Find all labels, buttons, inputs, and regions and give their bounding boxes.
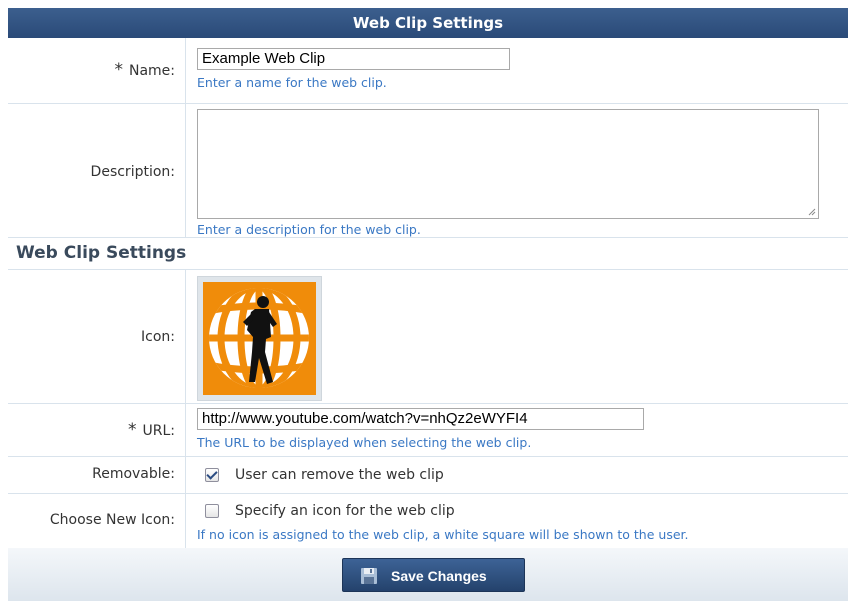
save-changes-label: Save Changes — [391, 568, 487, 584]
removable-label: Removable: — [92, 466, 175, 482]
description-hint: Enter a description for the web clip. — [197, 222, 421, 237]
web-clip-settings-form: Web Clip Settings * Name: Example Web Cli… — [8, 8, 848, 601]
icon-row: Icon: — [8, 270, 848, 404]
icon-preview-frame — [197, 276, 322, 401]
choose-icon-checkbox[interactable] — [205, 504, 219, 518]
url-hint: The URL to be displayed when selecting t… — [197, 435, 532, 450]
required-mark: * — [114, 60, 123, 80]
save-changes-button[interactable]: Save Changes — [342, 558, 525, 592]
name-hint: Enter a name for the web clip. — [197, 75, 387, 90]
removable-checkbox-label[interactable]: User can remove the web clip — [235, 467, 444, 483]
url-row: * URL: http://www.youtube.com/watch?v=nhQ… — [8, 404, 848, 457]
removable-label-cell: Removable: — [8, 457, 186, 493]
form-footer: Save Changes — [8, 548, 848, 601]
choose-icon-checkbox-label[interactable]: Specify an icon for the web clip — [235, 503, 455, 519]
name-input[interactable]: Example Web Clip — [197, 48, 510, 70]
globe-running-figure-icon — [203, 282, 316, 395]
url-input[interactable]: http://www.youtube.com/watch?v=nhQz2eWYF… — [197, 408, 644, 430]
url-label: URL: — [142, 423, 176, 439]
name-label: Name: — [128, 63, 175, 79]
choose-icon-hint: If no icon is assigned to the web clip, … — [197, 527, 689, 542]
choose-icon-label-cell: Choose New Icon: — [8, 494, 186, 548]
choose-icon-label: Choose New Icon: — [49, 512, 175, 528]
resize-grip-icon[interactable] — [807, 207, 816, 216]
form-title: Web Clip Settings — [8, 8, 848, 38]
floppy-disk-icon — [361, 568, 377, 584]
url-label-cell: * URL: — [8, 404, 186, 456]
removable-row: Removable: User can remove the web clip — [8, 457, 848, 494]
description-label: Description: — [90, 164, 175, 180]
icon-label-cell: Icon: — [8, 270, 186, 403]
choose-icon-row: Choose New Icon: Specify an icon for the… — [8, 494, 848, 548]
icon-label: Icon: — [141, 329, 175, 345]
removable-checkbox[interactable] — [205, 468, 219, 482]
section-heading: Web Clip Settings — [8, 237, 848, 270]
description-textarea[interactable] — [197, 109, 819, 219]
name-row: * Name: Example Web Clip Enter a name for… — [8, 38, 848, 104]
description-label-cell: Description: — [8, 104, 186, 237]
name-label-cell: * Name: — [8, 38, 186, 103]
description-row: Description: Enter a description for the… — [8, 104, 848, 238]
required-mark: * — [128, 420, 137, 440]
